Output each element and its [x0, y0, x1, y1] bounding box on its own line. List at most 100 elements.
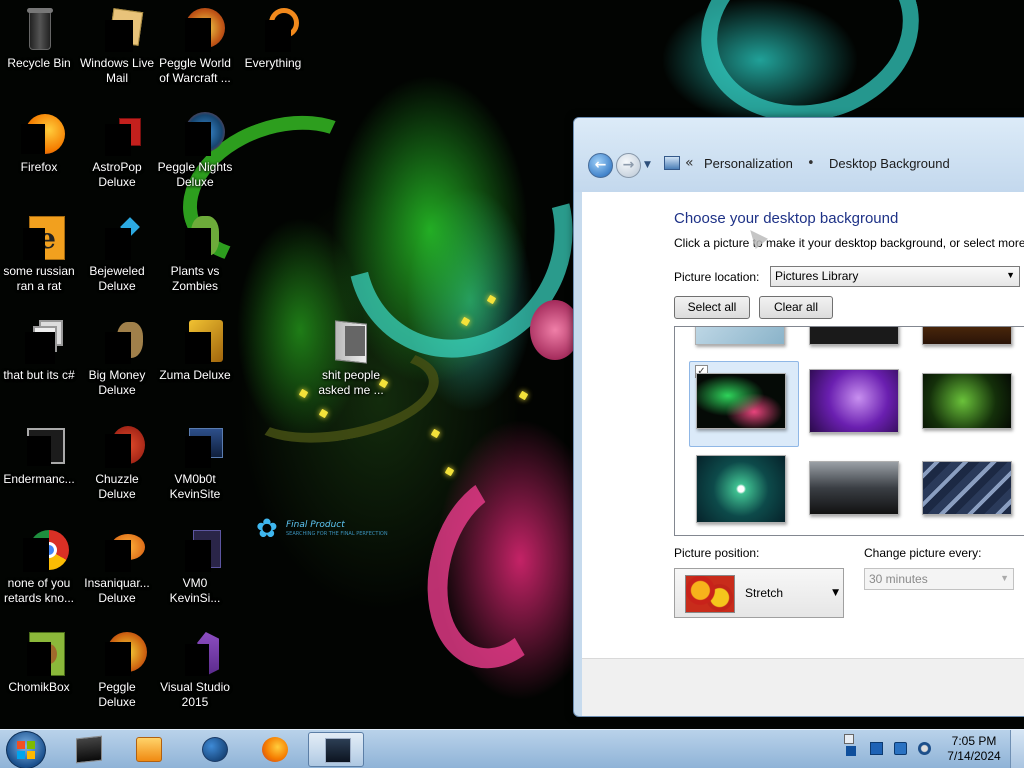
wallpaper-pink-petals — [406, 455, 594, 685]
desktop-icon[interactable]: e some russian ran a rat — [0, 214, 78, 294]
start-button[interactable] — [6, 731, 46, 768]
desktop-icon[interactable]: Windows Live Mail — [78, 6, 156, 86]
breadcrumb-personalization[interactable]: Personalization — [704, 156, 793, 171]
firefox-icon — [262, 737, 288, 762]
vm-folder-icon — [171, 422, 223, 470]
picture-position-select[interactable]: Stretch ▼ — [674, 568, 844, 618]
plants-vs-zombies-icon — [171, 214, 219, 262]
desktop-icon[interactable]: shit people asked me ... — [312, 318, 390, 398]
desktop-icon[interactable]: VM0 KevinSi... — [156, 526, 234, 606]
desktop-icon[interactable]: Endermanc... — [0, 422, 78, 487]
clock-time: 7:05 PM — [951, 734, 997, 748]
change-interval-value: 30 minutes — [869, 572, 928, 586]
picture-position-label: Picture position: — [674, 546, 760, 560]
wallpaper-logo-title: Final Product — [286, 520, 345, 530]
breadcrumb-overflow-button[interactable]: « — [685, 155, 694, 171]
desktop-background-window: ← → ▼ « Personalization • Desktop Backgr… — [573, 117, 1024, 717]
system-clock[interactable]: 7:05 PM 7/14/2024 — [944, 734, 1004, 764]
media-player-icon — [136, 737, 162, 762]
back-button[interactable]: ← — [588, 153, 613, 178]
visual-studio-icon — [171, 630, 219, 678]
document-icon — [171, 526, 221, 574]
desktop-icon[interactable]: Peggle World of Warcraft ... — [156, 6, 234, 86]
address-bar: ← → ▼ « Personalization • Desktop Backgr… — [574, 118, 1024, 192]
control-panel-icon — [664, 156, 680, 170]
endermanch-icon — [15, 422, 65, 470]
desktop-icon[interactable]: Chuzzle Deluxe — [78, 422, 156, 502]
windows-live-mail-icon — [93, 6, 144, 54]
chevron-down-icon: ▼ — [832, 588, 839, 598]
chrome-icon — [15, 526, 69, 574]
zuma-deluxe-icon — [171, 318, 223, 366]
wallpaper-thumbnail[interactable] — [696, 373, 786, 429]
clear-all-button[interactable]: Clear all — [759, 296, 833, 319]
clock-date: 7/14/2024 — [947, 749, 1001, 763]
desktop-icon[interactable]: Big Money Deluxe — [78, 318, 156, 398]
wallpaper-yellow-dot — [518, 390, 529, 401]
taskbar-item-personalization[interactable] — [308, 732, 364, 767]
desktop-icon[interactable]: Zuma Deluxe — [156, 318, 234, 383]
desktop-icon[interactable]: Everything — [234, 6, 312, 71]
bejeweled-deluxe-icon — [93, 214, 141, 262]
globe-icon — [202, 737, 228, 762]
select-all-button[interactable]: Select all — [674, 296, 750, 319]
page-title: Choose your desktop background — [674, 210, 899, 227]
file-e-icon: e — [15, 214, 65, 262]
desktop-icon[interactable]: Plants vs Zombies — [156, 214, 234, 294]
firefox-icon — [15, 110, 65, 158]
wallpaper-thumbnail[interactable] — [696, 455, 786, 523]
desktop-icon[interactable]: none of you retards kno... — [0, 526, 78, 606]
content-pane: Choose your desktop background Click a p… — [582, 192, 1024, 658]
back-arrow-icon: ← — [594, 157, 607, 173]
taskbar-item-media-player[interactable] — [120, 732, 176, 767]
wallpaper-thumbnail[interactable] — [695, 327, 785, 345]
show-desktop-button[interactable] — [1010, 730, 1024, 768]
chomikbox-icon — [15, 630, 65, 678]
wallpaper-thumbnail[interactable] — [922, 461, 1012, 515]
taskbar-item-computer[interactable] — [60, 732, 116, 767]
flower-icon: ✿ — [256, 514, 278, 544]
desktop-icon[interactable]: Insaniquar... Deluxe — [78, 526, 156, 606]
wallpaper-thumbnail[interactable] — [809, 327, 899, 345]
action-center-icon[interactable] — [846, 746, 856, 756]
desktop-icon[interactable]: that but its c# — [0, 318, 78, 383]
desktop-icon[interactable]: Bejeweled Deluxe — [78, 214, 156, 294]
volume-icon[interactable] — [918, 742, 931, 755]
wallpaper-thumbnail[interactable] — [809, 369, 899, 433]
display-icon[interactable] — [894, 742, 907, 755]
recycle-bin-icon — [15, 6, 63, 54]
flag-icon[interactable] — [844, 734, 854, 744]
astropop-deluxe-icon — [93, 110, 141, 158]
breadcrumb-desktop-background[interactable]: Desktop Background — [829, 156, 950, 171]
chevron-down-icon: ▼ — [1000, 573, 1009, 583]
desktop-icon[interactable]: Firefox — [0, 110, 78, 175]
desktop-icon[interactable]: VM0b0t KevinSite — [156, 422, 234, 502]
folder-icon — [327, 318, 375, 366]
picture-location-label: Picture location: — [674, 270, 760, 284]
system-tray — [840, 730, 944, 768]
insaniquarium-deluxe-icon — [93, 526, 145, 574]
wallpaper-yellow-dot — [444, 466, 455, 477]
desktop-icon[interactable]: Peggle Deluxe — [78, 630, 156, 710]
wallpaper-thumbnail[interactable] — [922, 373, 1012, 429]
desktop-icon[interactable]: Recycle Bin — [0, 6, 78, 71]
peggle-nights-deluxe-icon — [171, 110, 225, 158]
forward-button[interactable]: → — [616, 153, 641, 178]
wallpaper-thumbnail[interactable] — [922, 327, 1012, 345]
wallpaper-yellow-dot — [430, 428, 441, 439]
computer-icon — [76, 735, 102, 764]
wallpaper-thumbnail[interactable] — [809, 461, 899, 515]
desktop-icon[interactable]: Visual Studio 2015 — [156, 630, 234, 710]
wallpaper-gallery: ✓ — [674, 326, 1024, 536]
desktop-background-icon — [325, 738, 351, 763]
desktop-icon[interactable]: AstroPop Deluxe — [78, 110, 156, 190]
picture-location-value: Pictures Library — [775, 269, 859, 283]
taskbar-item-globe[interactable] — [186, 732, 242, 767]
network-icon[interactable] — [870, 742, 883, 755]
picture-location-select[interactable]: Pictures Library ▼ — [770, 266, 1020, 287]
desktop-icon[interactable]: ChomikBox — [0, 630, 78, 695]
desktop-icon[interactable]: Peggle Nights Deluxe — [156, 110, 234, 190]
taskbar-item-firefox[interactable] — [246, 732, 302, 767]
recent-pages-dropdown[interactable]: ▼ — [644, 160, 651, 170]
window-footer — [582, 658, 1024, 716]
